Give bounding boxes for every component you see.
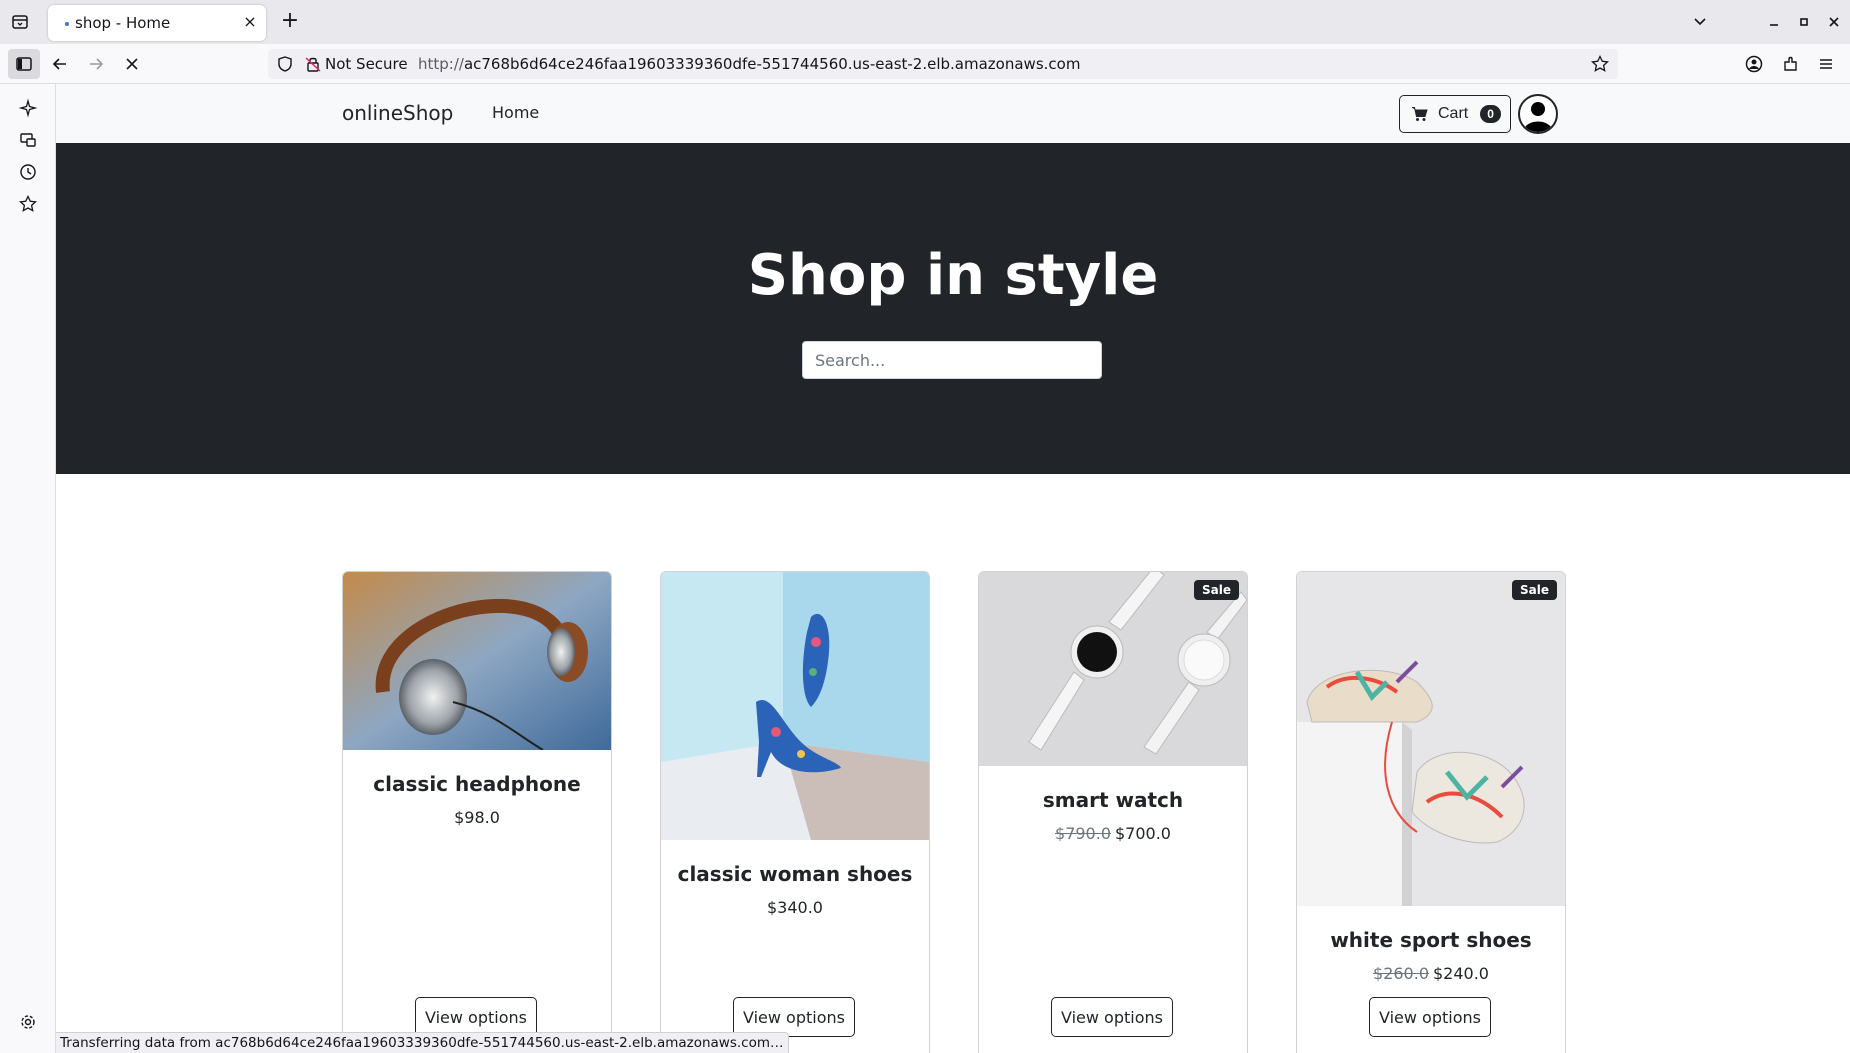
product-card-white-sport-shoes: Sale white sport shoes $260.0 $240.0 View… bbox=[1296, 571, 1566, 1053]
product-name[interactable]: smart watch bbox=[979, 788, 1247, 812]
url-host: ac768b6d64ce246faa19603339360dfe-5517445… bbox=[463, 55, 1081, 73]
tab-list-icon[interactable] bbox=[10, 12, 30, 32]
nav-home-link[interactable]: Home bbox=[492, 103, 539, 122]
tab-bar: shop - Home × + bbox=[0, 0, 1850, 44]
product-card-smart-watch: Sale smart watch $790.0 $700.0 View optio… bbox=[978, 571, 1248, 1053]
web-page: onlineShop Home Cart 0 Shop in style Sea… bbox=[56, 84, 1850, 1053]
cart-icon bbox=[1412, 107, 1428, 121]
history-icon[interactable] bbox=[18, 162, 38, 182]
site-navbar: onlineShop Home Cart 0 bbox=[56, 84, 1850, 143]
product-price: $260.0 $240.0 bbox=[1297, 964, 1565, 983]
old-price: $260.0 bbox=[1373, 964, 1429, 983]
url-prefix: http:// bbox=[418, 55, 464, 73]
current-price: $700.0 bbox=[1115, 824, 1171, 843]
product-image-woman-shoes bbox=[661, 572, 929, 840]
product-image-smart-watch bbox=[979, 572, 1247, 766]
menu-icon[interactable] bbox=[1814, 52, 1838, 76]
user-avatar-icon[interactable] bbox=[1518, 94, 1558, 134]
current-price: $340.0 bbox=[767, 898, 823, 917]
cart-label: Cart bbox=[1438, 105, 1469, 122]
browser-tab[interactable]: shop - Home × bbox=[48, 5, 266, 41]
account-icon[interactable] bbox=[1742, 52, 1766, 76]
view-options-button[interactable]: View options bbox=[415, 997, 537, 1037]
maximize-icon[interactable] bbox=[1794, 12, 1814, 36]
minimize-icon[interactable] bbox=[1764, 12, 1784, 36]
extensions-icon[interactable] bbox=[1779, 52, 1803, 76]
insecure-lock-icon[interactable] bbox=[304, 55, 322, 77]
sale-badge: Sale bbox=[1512, 580, 1557, 600]
cart-count-badge: 0 bbox=[1480, 105, 1501, 123]
close-icon[interactable]: × bbox=[242, 14, 258, 30]
current-price: $240.0 bbox=[1433, 964, 1489, 983]
browser-toolbar: Not Secure http://ac768b6d64ce246faa1960… bbox=[0, 44, 1850, 84]
product-price: $98.0 bbox=[343, 808, 611, 827]
forward-icon[interactable] bbox=[84, 52, 108, 76]
old-price: $790.0 bbox=[1055, 824, 1111, 843]
product-name[interactable]: classic woman shoes bbox=[661, 862, 929, 886]
browser-sidebar bbox=[0, 84, 56, 1053]
current-price: $98.0 bbox=[454, 808, 500, 827]
sale-badge: Sale bbox=[1194, 580, 1239, 600]
tab-title: shop - Home bbox=[75, 14, 171, 32]
settings-gear-icon[interactable] bbox=[18, 1012, 38, 1032]
back-icon[interactable] bbox=[48, 52, 72, 76]
product-name[interactable]: white sport shoes bbox=[1297, 928, 1565, 952]
hero-title: Shop in style bbox=[747, 243, 1159, 308]
product-image-sport-shoes bbox=[1297, 572, 1565, 906]
loading-indicator bbox=[65, 22, 69, 26]
url-bar[interactable]: Not Secure http://ac768b6d64ce246faa1960… bbox=[268, 49, 1618, 79]
url-text[interactable]: http://ac768b6d64ce246faa19603339360dfe-… bbox=[418, 55, 1080, 73]
product-price: $340.0 bbox=[661, 898, 929, 917]
ai-chatbot-icon[interactable] bbox=[18, 98, 38, 118]
view-options-button[interactable]: View options bbox=[1369, 997, 1491, 1037]
search-input[interactable] bbox=[802, 341, 1102, 379]
shield-icon[interactable] bbox=[276, 55, 294, 77]
product-name[interactable]: classic headphone bbox=[343, 772, 611, 796]
stop-loading-icon[interactable] bbox=[120, 52, 144, 76]
status-bar: Transferring data from ac768b6d64ce246fa… bbox=[56, 1032, 789, 1053]
cart-button[interactable]: Cart 0 bbox=[1399, 95, 1511, 133]
synced-tabs-icon[interactable] bbox=[18, 130, 38, 150]
bookmark-star-icon[interactable] bbox=[1590, 54, 1610, 78]
bookmarks-icon[interactable] bbox=[18, 194, 38, 214]
not-secure-label: Not Secure bbox=[325, 55, 408, 73]
close-window-icon[interactable] bbox=[1824, 12, 1844, 36]
new-tab-icon[interactable]: + bbox=[280, 10, 300, 32]
tab-overflow-icon[interactable] bbox=[1690, 12, 1710, 36]
product-card-classic-woman-shoes: classic woman shoes $340.0 View options bbox=[660, 571, 930, 1053]
brand-logo[interactable]: onlineShop bbox=[342, 101, 453, 125]
hero-banner: Shop in style bbox=[56, 143, 1850, 474]
view-options-button[interactable]: View options bbox=[733, 997, 855, 1037]
product-image-headphone bbox=[343, 572, 611, 750]
sidebar-toggle-icon[interactable] bbox=[8, 49, 40, 79]
product-card-classic-headphone: classic headphone $98.0 View options bbox=[342, 571, 612, 1053]
view-options-button[interactable]: View options bbox=[1051, 997, 1173, 1037]
product-price: $790.0 $700.0 bbox=[979, 824, 1247, 843]
